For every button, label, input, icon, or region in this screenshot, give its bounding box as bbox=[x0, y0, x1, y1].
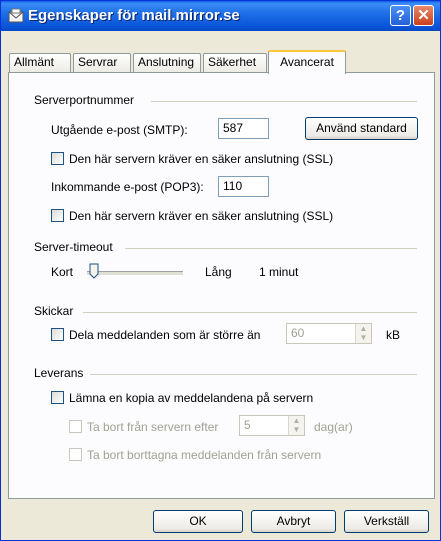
tab-sakerhet[interactable]: Säkerhet bbox=[203, 53, 267, 72]
tab-servrar[interactable]: Servrar bbox=[73, 53, 131, 72]
remove-after-unit: dag(ar) bbox=[314, 420, 353, 434]
delivery-group-label: Leverans bbox=[34, 366, 88, 380]
group-divider bbox=[151, 101, 417, 102]
group-divider bbox=[90, 374, 417, 375]
use-default-button[interactable]: Använd standard bbox=[305, 117, 418, 140]
split-size-value: 60 bbox=[291, 326, 305, 340]
ok-button[interactable]: OK bbox=[153, 510, 243, 533]
group-divider bbox=[83, 312, 417, 313]
split-messages-label[interactable]: Dela meddelanden som är större än bbox=[69, 328, 260, 342]
tab-allmant[interactable]: Allmänt bbox=[9, 53, 71, 72]
title-bar[interactable]: Egenskaper för mail.mirror.se ? ✕ bbox=[1, 1, 440, 31]
close-button[interactable]: ✕ bbox=[413, 5, 434, 26]
remove-after-checkbox[interactable] bbox=[69, 420, 82, 433]
remove-after-days-input[interactable]: 5 ▲ ▼ bbox=[239, 415, 305, 436]
split-size-input[interactable]: 60 ▲ ▼ bbox=[286, 323, 372, 344]
tab-anslutning[interactable]: Anslutning bbox=[133, 53, 201, 72]
properties-dialog: Egenskaper för mail.mirror.se ? ✕ Allmän… bbox=[0, 0, 441, 541]
timeout-group-label: Server-timeout bbox=[34, 240, 117, 254]
timeout-short-label: Kort bbox=[51, 265, 74, 279]
timeout-slider-thumb[interactable] bbox=[89, 263, 99, 279]
smtp-label: Utgående e-post (SMTP): bbox=[51, 123, 188, 137]
spin-up-icon[interactable]: ▲ ▼ bbox=[288, 416, 304, 435]
split-messages-checkbox[interactable] bbox=[51, 328, 64, 341]
help-button[interactable]: ? bbox=[390, 5, 411, 26]
window-title: Egenskaper för mail.mirror.se bbox=[28, 7, 240, 24]
remove-deleted-checkbox[interactable] bbox=[69, 448, 82, 461]
spin-up-icon[interactable]: ▲ ▼ bbox=[355, 324, 371, 343]
keep-copy-label[interactable]: Lämna en kopia av meddelandena på server… bbox=[69, 391, 313, 405]
split-size-unit: kB bbox=[386, 328, 401, 342]
pop3-label: Inkommande e-post (POP3): bbox=[51, 180, 204, 194]
tab-avancerat[interactable]: Avancerat bbox=[268, 50, 346, 74]
timeout-value: 1 minut bbox=[259, 265, 299, 279]
pop3-port-input[interactable]: 110 bbox=[218, 176, 269, 197]
remove-after-label[interactable]: Ta bort från servern efter bbox=[87, 420, 218, 434]
apply-button[interactable]: Verkställ bbox=[344, 510, 429, 533]
mail-account-icon bbox=[8, 8, 24, 23]
remove-deleted-label[interactable]: Ta bort borttagna meddelanden från serve… bbox=[87, 448, 321, 462]
keep-copy-checkbox[interactable] bbox=[51, 391, 64, 404]
smtp-ssl-label[interactable]: Den här servern kräver en säker anslutni… bbox=[69, 152, 333, 166]
remove-after-days-value: 5 bbox=[244, 418, 251, 432]
sending-group-label: Skickar bbox=[34, 304, 78, 318]
timeout-slider-track[interactable] bbox=[87, 271, 183, 276]
smtp-port-input[interactable]: 587 bbox=[218, 118, 269, 139]
timeout-long-label: Lång bbox=[205, 265, 232, 279]
pop3-ssl-checkbox[interactable] bbox=[51, 209, 64, 222]
serverports-group-label: Serverportnummer bbox=[34, 93, 139, 107]
cancel-button[interactable]: Avbryt bbox=[251, 510, 336, 533]
group-divider bbox=[125, 248, 417, 249]
smtp-ssl-checkbox[interactable] bbox=[51, 152, 64, 165]
pop3-ssl-label[interactable]: Den här servern kräver en säker anslutni… bbox=[69, 209, 333, 223]
